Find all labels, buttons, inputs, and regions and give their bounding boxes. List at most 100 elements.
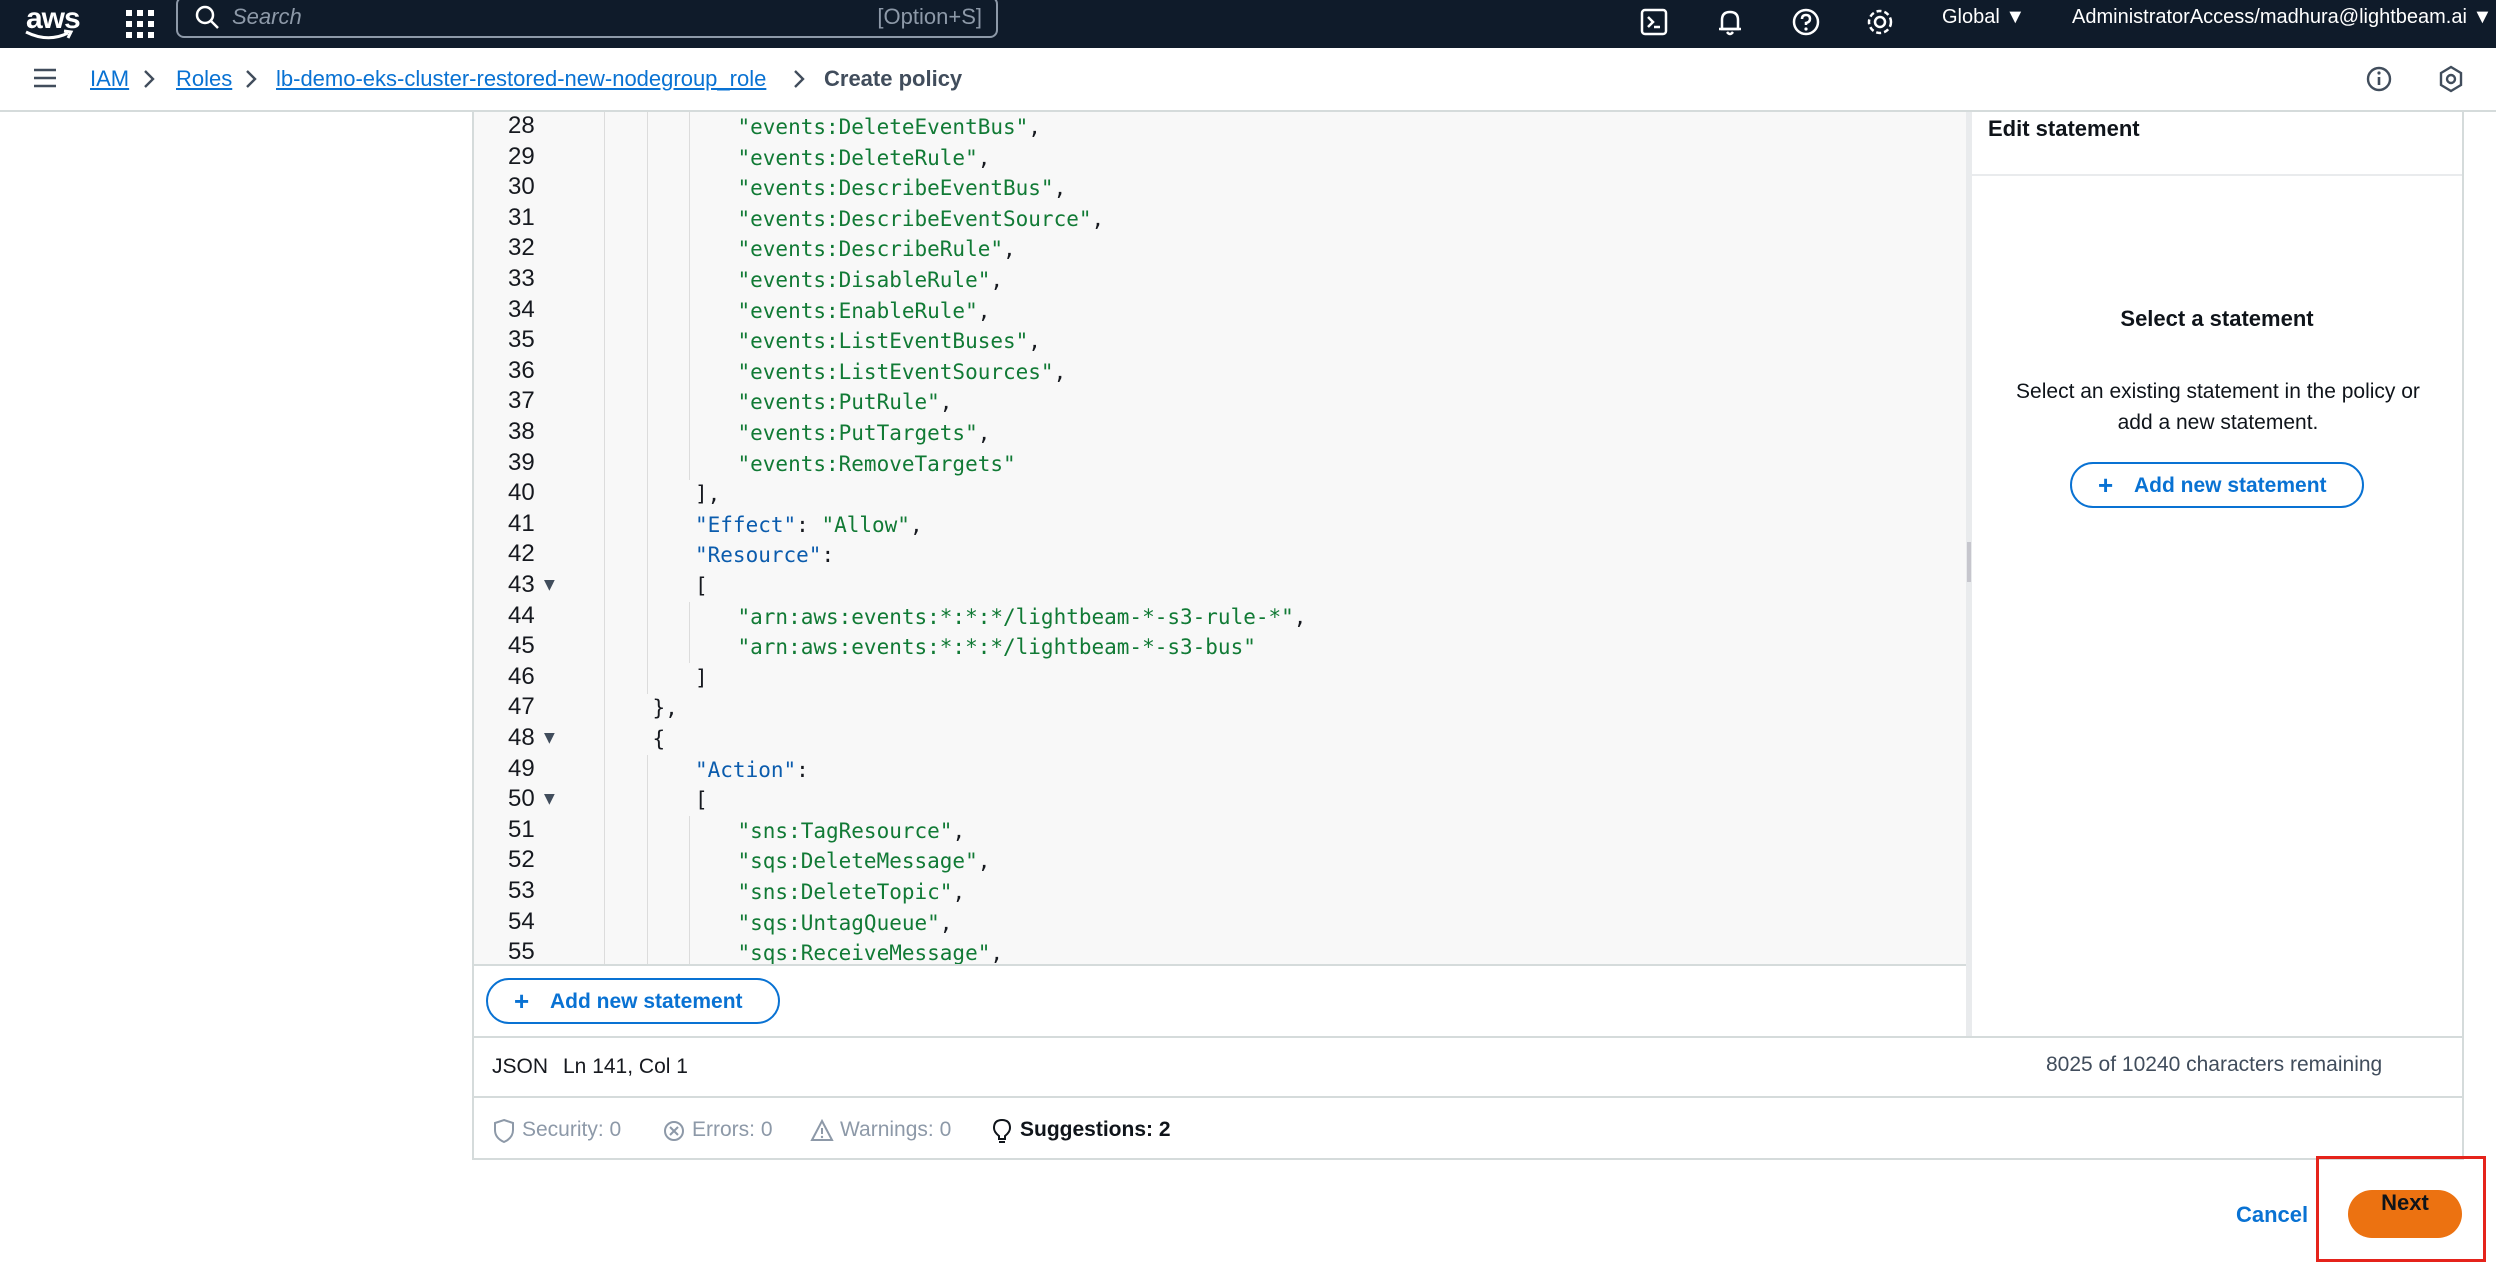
fold-arrow-icon[interactable]: ▼ — [544, 577, 555, 593]
json-token: , — [952, 818, 966, 843]
code-text: "sns:DeleteTopic", — [738, 880, 966, 904]
indent-guide — [604, 448, 605, 480]
lightbulb-icon — [992, 1118, 1012, 1143]
code-line[interactable]: 29 "events:DeleteRule", — [474, 142, 1966, 174]
code-line[interactable]: 53 "sns:DeleteTopic", — [474, 877, 1966, 908]
json-token: : — [796, 757, 809, 782]
code-text: "sqs:DeleteMessage", — [738, 849, 991, 873]
json-token: "sqs:ReceiveMessage" — [737, 941, 991, 964]
code-line[interactable]: 37 "events:PutRule", — [474, 387, 1966, 419]
fold-arrow-icon[interactable]: ▼ — [544, 791, 555, 807]
json-token: , — [939, 910, 953, 935]
code-line[interactable]: 50 ▼[ — [474, 785, 1966, 817]
json-token: "sqs:UntagQueue" — [737, 910, 940, 935]
info-icon[interactable] — [2364, 64, 2394, 94]
indent-guide — [689, 142, 690, 174]
indent-guide — [647, 601, 648, 633]
gear-icon[interactable] — [1862, 4, 1898, 40]
line-number: 39 — [508, 448, 535, 476]
code-line[interactable]: 49 "Action": — [474, 754, 1966, 786]
code-line[interactable]: 51 "sns:TagResource", — [474, 815, 1966, 847]
code-line[interactable]: 33 "events:DisableRule", — [474, 265, 1966, 296]
cancel-button[interactable]: Cancel — [2236, 1202, 2308, 1228]
code-text: "events:DescribeRule", — [738, 237, 1016, 261]
indent-guide — [647, 815, 648, 847]
indent-guide — [604, 693, 605, 725]
json-token: "events:EnableRule" — [737, 298, 978, 323]
line-number: 30 — [508, 173, 535, 201]
json-token: , — [977, 145, 991, 170]
code-line[interactable]: 38 "events:PutTargets", — [474, 418, 1966, 449]
code-text: "events:DisableRule", — [738, 268, 1004, 292]
panel-add-new-statement-button[interactable]: + Add new statement — [2070, 462, 2364, 508]
json-token: , — [909, 512, 923, 537]
line-number: 46 — [508, 662, 535, 690]
code-line[interactable]: 36 "events:ListEventSources", — [474, 356, 1966, 388]
aws-logo[interactable]: aws — [22, 2, 81, 42]
json-token: , — [1053, 176, 1067, 201]
bell-icon[interactable] — [1712, 4, 1748, 40]
fold-arrow-icon[interactable]: ▼ — [544, 730, 555, 746]
code-line[interactable]: 46] — [474, 662, 1966, 694]
add-new-statement-label: Add new statement — [550, 990, 743, 1013]
line-number: 54 — [508, 907, 535, 935]
apps-grid-icon[interactable] — [122, 6, 158, 42]
notifications-hex-icon[interactable] — [2436, 64, 2466, 94]
chevron-right-icon — [144, 70, 155, 88]
code-line[interactable]: 35 "events:ListEventBuses", — [474, 326, 1966, 358]
code-line[interactable]: 39 "events:RemoveTargets" — [474, 448, 1966, 480]
cloudshell-icon[interactable] — [1636, 4, 1672, 40]
code-text: "events:RemoveTargets" — [738, 452, 1016, 476]
indent-guide — [604, 326, 605, 358]
code-line[interactable]: 34 "events:EnableRule", — [474, 295, 1966, 327]
code-line[interactable]: 28 "events:DeleteEventBus", — [474, 112, 1966, 143]
menu-icon[interactable] — [32, 66, 58, 90]
code-line[interactable]: 54 "sqs:UntagQueue", — [474, 907, 1966, 939]
code-text: "arn:aws:events:*:*:*/lightbeam-*-s3-rul… — [738, 605, 1307, 629]
json-code-editor[interactable]: 28 "events:DeleteEventBus", 29 "events:Dele… — [474, 112, 1966, 964]
code-line[interactable]: 30 "events:DescribeEventBus", — [474, 173, 1966, 205]
status-divider — [474, 1096, 2462, 1098]
code-line[interactable]: 42 "Resource": — [474, 540, 1966, 572]
code-text: "events:ListEventSources", — [738, 360, 1067, 384]
help-icon[interactable] — [1788, 4, 1824, 40]
breadcrumb-roles[interactable]: Roles — [176, 66, 232, 92]
code-line[interactable]: 31 "events:DescribeEventSource", — [474, 203, 1966, 235]
code-line[interactable]: 48 ▼{ — [474, 724, 1966, 755]
breadcrumb-iam[interactable]: IAM — [90, 66, 129, 92]
code-line[interactable]: 47}, — [474, 693, 1966, 725]
json-token: , — [1053, 359, 1067, 384]
search-input[interactable]: Search [Option+S] — [176, 0, 998, 38]
indent-guide — [647, 846, 648, 878]
json-token: [ — [695, 574, 708, 598]
indent-guide — [604, 479, 605, 511]
code-line[interactable]: 32 "events:DescribeRule", — [474, 234, 1966, 266]
code-line[interactable]: 44 "arn:aws:events:*:*:*/lightbeam-*-s3-r… — [474, 601, 1966, 633]
line-number: 41 — [508, 509, 535, 537]
account-menu[interactable]: AdministratorAccess/madhura@lightbeam.ai… — [2072, 6, 2492, 29]
code-line[interactable]: 40], — [474, 479, 1966, 511]
code-text: "events:DescribeEventBus", — [738, 176, 1067, 200]
indent-guide — [604, 724, 605, 755]
next-button[interactable]: Next — [2348, 1190, 2462, 1238]
breadcrumb-role-name[interactable]: lb-demo-eks-cluster-restored-new-nodegro… — [276, 66, 766, 92]
indent-guide — [604, 632, 605, 664]
json-token: , — [939, 390, 953, 415]
indent-guide — [647, 203, 648, 235]
add-new-statement-button[interactable]: + Add new statement — [486, 978, 780, 1024]
region-selector[interactable]: Global ▼ — [1942, 6, 2025, 29]
line-number: 42 — [508, 540, 535, 568]
indent-guide — [604, 142, 605, 174]
line-number: 34 — [508, 295, 535, 323]
line-number: 31 — [508, 203, 535, 231]
breadcrumb-current-page: Create policy — [824, 66, 963, 91]
json-token: , — [990, 941, 1004, 964]
code-line[interactable]: 55 "sqs:ReceiveMessage", — [474, 938, 1966, 964]
code-line[interactable]: 41 "Effect": "Allow", — [474, 509, 1966, 541]
panel-resize-handle[interactable] — [1966, 112, 1972, 1036]
json-token: ] — [695, 665, 708, 690]
code-line[interactable]: 52 "sqs:DeleteMessage", — [474, 846, 1966, 878]
code-line[interactable]: 43 ▼[ — [474, 571, 1966, 602]
code-line[interactable]: 45 "arn:aws:events:*:*:*/lightbeam-*-s3-b… — [474, 632, 1966, 664]
indent-guide — [647, 907, 648, 939]
